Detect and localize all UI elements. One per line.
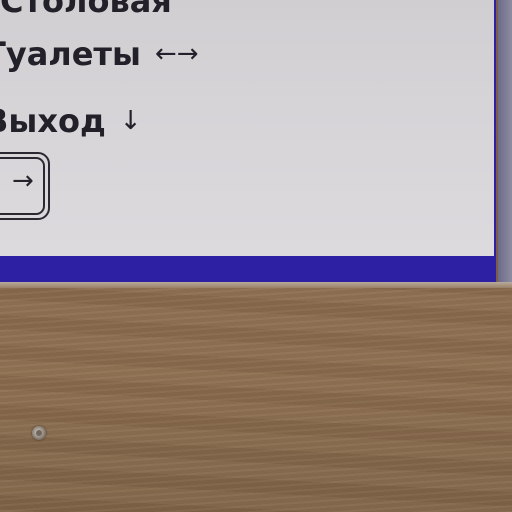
direction-sign: Столовая Туалеты ←→ Выход ↓ → — [0, 0, 496, 282]
double-arrow-icon: ←→ — [154, 39, 199, 69]
sign-row-exit: Выход ↓ — [0, 102, 142, 140]
sign-panel: Столовая Туалеты ←→ Выход ↓ → — [0, 0, 494, 256]
sign-text-toilets: Туалеты — [0, 35, 141, 73]
down-arrow-icon: ↓ — [119, 106, 142, 136]
exit-door-icon: → — [0, 152, 50, 220]
sign-row-dining: Столовая — [0, 0, 172, 20]
sign-text-exit: Выход — [0, 102, 106, 140]
right-arrow-icon: → — [12, 166, 34, 196]
wall-background — [498, 0, 512, 282]
screw-icon — [32, 426, 46, 440]
wood-panel-edge — [0, 282, 512, 288]
wood-panel — [0, 282, 512, 512]
sign-text-dining: Столовая — [0, 0, 172, 20]
sign-row-toilets: Туалеты ←→ — [0, 35, 198, 73]
photo-scene: Столовая Туалеты ←→ Выход ↓ → — [0, 0, 512, 512]
